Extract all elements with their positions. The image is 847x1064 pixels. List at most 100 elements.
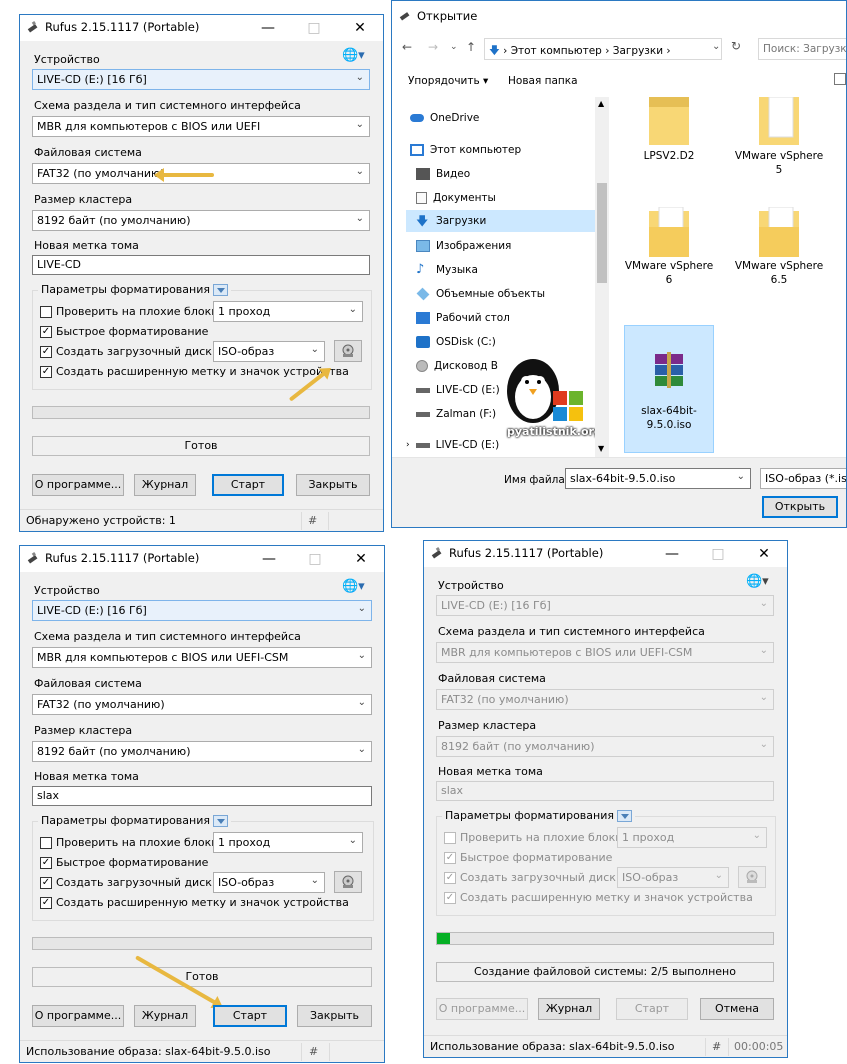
filesystem-select[interactable]: FAT32 (по умолчанию) ⌄ — [436, 689, 774, 710]
nav-item-desktop[interactable]: Рабочий стол — [416, 307, 602, 329]
start-button[interactable]: Старт — [616, 998, 688, 1020]
log-button[interactable]: Журнал — [538, 998, 600, 1020]
quick-format-checkbox[interactable]: ✓ Быстрое форматирование — [40, 325, 208, 338]
maximize-icon[interactable]: □ — [695, 541, 741, 567]
nav-item-this-pc[interactable]: Этот компьютер — [410, 139, 600, 161]
forward-icon[interactable]: → — [428, 40, 438, 54]
passes-select[interactable]: 1 проход ⌄ — [213, 301, 363, 322]
file-item[interactable]: VMware vSphere 6 — [624, 207, 714, 287]
bootable-checkbox[interactable]: ✓ Создать загрузочный диск — [444, 871, 616, 884]
file-item[interactable]: LPSV2.D2 — [624, 97, 714, 163]
nav-item-onedrive[interactable]: OneDrive — [410, 107, 600, 129]
select-image-button[interactable] — [334, 871, 362, 893]
device-select[interactable]: LIVE-CD (E:) [16 Гб] ⌄ — [436, 595, 774, 616]
language-icon[interactable]: 🌐▾ — [342, 579, 365, 594]
partition-select[interactable]: MBR для компьютеров с BIOS или UEFI-CSM ⌄ — [436, 642, 774, 663]
about-button[interactable]: О программе... — [436, 998, 528, 1020]
bad-blocks-checkbox[interactable]: Проверить на плохие блоки — [40, 836, 218, 849]
file-item[interactable]: VMware vSphere 5 — [734, 97, 824, 177]
expand-icon[interactable] — [616, 809, 632, 822]
extended-label-checkbox[interactable]: ✓ Создать расширенную метку и значок устр… — [444, 891, 753, 904]
close-icon[interactable]: ✕ — [337, 15, 383, 41]
nav-item-documents[interactable]: Документы — [416, 187, 602, 209]
organize-button[interactable]: Упорядочить ▾ — [408, 75, 488, 87]
hash-icon[interactable]: # — [309, 1045, 318, 1058]
file-type-select[interactable]: ISO-образ (*.iso) — [760, 468, 846, 489]
extended-label-checkbox[interactable]: ✓ Создать расширенную метку и значок устр… — [40, 365, 349, 378]
file-item-selected[interactable]: slax-64bit-9.5.0.iso — [624, 325, 714, 453]
open-button[interactable]: Открыть — [762, 496, 838, 518]
image-type-select[interactable]: ISO-образ ⌄ — [213, 341, 325, 362]
title-bar[interactable]: Rufus 2.15.1117 (Portable) — □ ✕ — [20, 546, 384, 572]
bad-blocks-checkbox[interactable]: Проверить на плохие блоки — [40, 305, 218, 318]
search-input[interactable]: Поиск: Загрузки — [758, 38, 846, 60]
file-item[interactable]: VMware vSphere 6.5 — [734, 207, 824, 287]
close-button[interactable]: Закрыть — [297, 1005, 372, 1027]
passes-select[interactable]: 1 проход ⌄ — [213, 832, 363, 853]
nav-item-music[interactable]: ♪ Музыка — [416, 259, 602, 281]
nav-item-pictures[interactable]: Изображения — [416, 235, 602, 257]
address-bar[interactable]: 🡇 › Этот компьютер › Загрузки › — [484, 38, 722, 60]
cluster-select[interactable]: 8192 байт (по умолчанию) ⌄ — [436, 736, 774, 757]
volume-input[interactable]: slax — [32, 786, 372, 806]
close-icon[interactable]: ✕ — [741, 541, 787, 567]
back-icon[interactable]: ← — [402, 40, 412, 54]
log-button[interactable]: Журнал — [134, 1005, 196, 1027]
close-button[interactable]: Закрыть — [296, 474, 370, 496]
title-bar[interactable]: Rufus 2.15.1117 (Portable) — □ ✕ — [20, 15, 383, 41]
hash-icon[interactable]: # — [712, 1040, 721, 1053]
device-select[interactable]: LIVE-CD (E:) [16 Гб] ⌄ — [32, 600, 372, 621]
bootable-checkbox[interactable]: ✓ Создать загрузочный диск — [40, 345, 212, 358]
language-icon[interactable]: 🌐▾ — [746, 574, 769, 589]
breadcrumb-downloads[interactable]: Загрузки — [613, 45, 663, 57]
image-type-select[interactable]: ISO-образ ⌄ — [617, 867, 729, 888]
start-button[interactable]: Старт — [213, 1005, 287, 1027]
scroll-thumb[interactable] — [597, 183, 607, 283]
volume-input[interactable]: slax — [436, 781, 774, 801]
scroll-down-icon[interactable]: ▼ — [598, 444, 604, 453]
expand-icon[interactable] — [212, 814, 228, 827]
quick-format-checkbox[interactable]: ✓ Быстрое форматирование — [444, 851, 612, 864]
nav-item-osdisk[interactable]: OSDisk (C:) — [416, 331, 602, 353]
dialog-title-bar[interactable]: Открытие — [392, 1, 846, 31]
maximize-icon[interactable]: □ — [292, 546, 338, 572]
refresh-icon[interactable]: ↻ — [731, 39, 741, 53]
up-icon[interactable]: ↑ — [466, 40, 476, 54]
cluster-select[interactable]: 8192 байт (по умолчанию) ⌄ — [32, 210, 370, 231]
maximize-icon[interactable]: □ — [291, 15, 337, 41]
image-type-select[interactable]: ISO-образ ⌄ — [213, 872, 325, 893]
log-button[interactable]: Журнал — [134, 474, 196, 496]
start-button[interactable]: Старт — [212, 474, 284, 496]
volume-input[interactable]: LIVE-CD — [32, 255, 370, 275]
filename-input[interactable]: slax-64bit-9.5.0.iso ⌄ — [565, 468, 751, 489]
hash-icon[interactable]: # — [308, 514, 317, 527]
language-icon[interactable]: 🌐▾ — [342, 48, 365, 63]
breadcrumb-this-pc[interactable]: Этот компьютер — [511, 45, 602, 57]
nav-item-downloads[interactable]: 🡇 Загрузки — [406, 210, 596, 232]
minimize-icon[interactable]: — — [245, 15, 291, 41]
minimize-icon[interactable]: — — [649, 541, 695, 567]
close-icon[interactable]: ✕ — [338, 546, 384, 572]
cluster-select[interactable]: 8192 байт (по умолчанию) ⌄ — [32, 741, 372, 762]
device-select[interactable]: LIVE-CD (E:) [16 Гб] ⌄ — [32, 69, 370, 90]
nav-item-videos[interactable]: Видео — [416, 163, 602, 185]
nav-item-3d-objects[interactable]: Объемные объекты — [416, 283, 602, 305]
bootable-checkbox[interactable]: ✓ Создать загрузочный диск — [40, 876, 212, 889]
title-bar[interactable]: Rufus 2.15.1117 (Portable) — □ ✕ — [424, 541, 787, 567]
about-button[interactable]: О программе... — [32, 474, 124, 496]
partition-select[interactable]: MBR для компьютеров с BIOS или UEFI-CSM ⌄ — [32, 647, 372, 668]
scroll-up-icon[interactable]: ▲ — [598, 99, 604, 108]
select-image-button[interactable] — [334, 340, 362, 362]
partition-select[interactable]: MBR для компьютеров с BIOS или UEFI ⌄ — [32, 116, 370, 137]
minimize-icon[interactable]: — — [246, 546, 292, 572]
new-folder-button[interactable]: Новая папка — [508, 75, 578, 87]
nav-scrollbar[interactable]: ▲ ▼ — [595, 97, 609, 457]
address-dropdown-icon[interactable]: ⌄ — [712, 41, 720, 52]
quick-format-checkbox[interactable]: ✓ Быстрое форматирование — [40, 856, 208, 869]
bad-blocks-checkbox[interactable]: Проверить на плохие блоки — [444, 831, 622, 844]
passes-select[interactable]: 1 проход ⌄ — [617, 827, 767, 848]
extended-label-checkbox[interactable]: ✓ Создать расширенную метку и значок устр… — [40, 896, 349, 909]
history-chevron-icon[interactable]: ⌄ — [450, 42, 458, 52]
view-icon[interactable] — [834, 73, 846, 85]
about-button[interactable]: О программе... — [32, 1005, 124, 1027]
